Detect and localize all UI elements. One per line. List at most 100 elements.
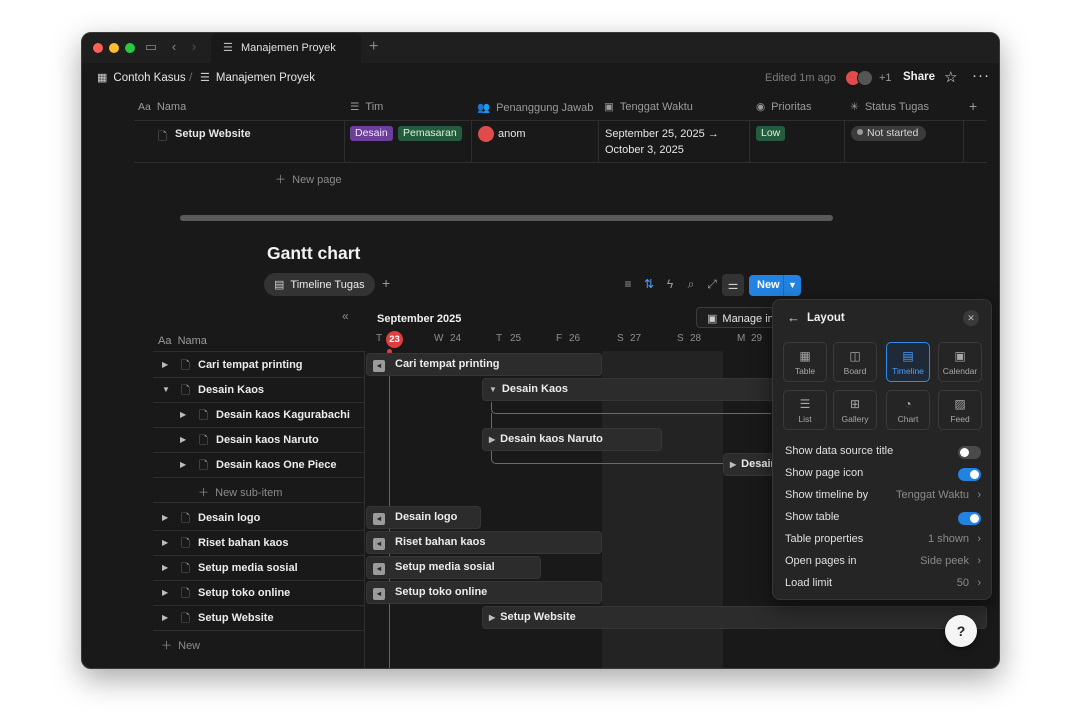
expand-arrow-icon[interactable]: ▶: [162, 538, 168, 547]
timeline-bar[interactable]: ◂ Cari tempat printing: [366, 353, 602, 376]
setting-load-limit[interactable]: Load limit 50 ›: [785, 577, 981, 595]
expand-arrow-icon[interactable]: ▶: [180, 410, 186, 419]
automation-icon[interactable]: ϟ: [662, 277, 678, 291]
star-icon[interactable]: ☆: [944, 68, 957, 86]
search-icon[interactable]: ⌕: [683, 277, 699, 292]
column-header-prioritas[interactable]: ◉ Prioritas: [756, 101, 812, 113]
tag-desain[interactable]: Desain: [350, 126, 393, 141]
new-button[interactable]: New ▼: [749, 275, 801, 296]
column-header-nama[interactable]: Aa Nama: [158, 335, 207, 347]
new-page-button[interactable]: ＋ New page: [275, 171, 342, 187]
expand-arrow-icon[interactable]: ▶: [180, 460, 186, 469]
timeline-bar[interactable]: ▶ Desain kaos Naruto: [482, 428, 662, 451]
setting-show-page-icon[interactable]: Show page icon: [785, 467, 981, 485]
date-range-start[interactable]: September 25, 2025 →: [605, 128, 719, 140]
expand-arrow-icon[interactable]: ▶: [730, 460, 736, 469]
back-arrow-icon[interactable]: ‹: [166, 39, 182, 55]
toggle-page-icon[interactable]: [958, 468, 981, 481]
table-row[interactable]: 🗋 Setup Website Desain Pemasaran anom Se…: [134, 121, 987, 163]
tab-timeline-tugas[interactable]: ▤ Timeline Tugas: [264, 273, 375, 296]
layout-option-timeline[interactable]: ▤ Timeline: [886, 342, 930, 382]
new-tab-icon[interactable]: +: [369, 38, 378, 56]
expand-arrow-icon[interactable]: ▶: [162, 513, 168, 522]
expand-arrow-icon[interactable]: ▶: [162, 563, 168, 572]
new-sub-item-button[interactable]: ＋ New sub-item: [153, 478, 364, 503]
breadcrumb-page[interactable]: ☰ Manajemen Proyek: [200, 71, 315, 84]
list-item[interactable]: ▶ 🗋 Riset bahan kaos: [153, 531, 364, 556]
layout-option-board[interactable]: ◫ Board: [833, 342, 877, 382]
timeline-bar[interactable]: ▼ Desain Kaos: [482, 378, 782, 401]
avatar[interactable]: [857, 70, 873, 86]
collapse-arrow-icon[interactable]: ▼: [489, 385, 497, 394]
more-icon[interactable]: ···: [972, 67, 990, 84]
column-header-tenggat-waktu[interactable]: ▣ Tenggat Waktu: [604, 101, 693, 113]
setting-table-properties[interactable]: Table properties 1 shown ›: [785, 533, 981, 551]
setting-show-table[interactable]: Show table: [785, 511, 981, 529]
tab-manajemen-proyek[interactable]: ☰ Manajemen Proyek: [211, 33, 361, 63]
layout-option-table[interactable]: ▦ Table: [783, 342, 827, 382]
layout-option-feed[interactable]: ▨ Feed: [938, 390, 982, 430]
list-item[interactable]: ▶ 🗋 Desain kaos One Piece: [153, 453, 364, 478]
today-marker[interactable]: 23: [386, 331, 403, 348]
breadcrumb-workspace[interactable]: ▦ Contoh Kasus: [97, 71, 186, 84]
layout-option-calendar[interactable]: ▣ Calendar: [938, 342, 982, 382]
filter-icon[interactable]: ≡: [620, 277, 636, 291]
list-item[interactable]: ▶ 🗋 Setup toko online: [153, 581, 364, 606]
zoom-window-button[interactable]: [125, 43, 135, 53]
share-button[interactable]: Share: [903, 71, 935, 83]
horizontal-scrollbar[interactable]: [180, 215, 833, 221]
timeline-bar[interactable]: ◂ Setup media sosial: [366, 556, 541, 579]
add-view-icon[interactable]: +: [382, 275, 390, 291]
forward-arrow-icon[interactable]: ›: [186, 39, 202, 55]
sidebar-toggle-icon[interactable]: ▭: [143, 39, 159, 55]
manage-in-button[interactable]: ▣ Manage in: [696, 307, 776, 328]
help-icon[interactable]: ?: [945, 615, 977, 647]
toggle-data-source-title[interactable]: [958, 446, 981, 459]
collapse-icon[interactable]: «: [342, 309, 349, 323]
layout-option-list[interactable]: ☰ List: [783, 390, 827, 430]
expand-icon[interactable]: ⤢: [704, 277, 720, 292]
list-item[interactable]: ▶ 🗋 Desain kaos Naruto: [153, 428, 364, 453]
list-item[interactable]: ▶ 🗋 Desain logo: [153, 506, 364, 531]
expand-arrow-icon[interactable]: ▶: [162, 588, 168, 597]
expand-arrow-icon[interactable]: ▶: [162, 360, 168, 369]
timeline-bar[interactable]: ◂ Desain logo: [366, 506, 481, 529]
list-item[interactable]: ▶ 🗋 Setup media sosial: [153, 556, 364, 581]
setting-show-data-source-title[interactable]: Show data source title: [785, 445, 981, 463]
chevron-down-icon[interactable]: ▼: [788, 275, 797, 296]
collapse-arrow-icon[interactable]: ▼: [162, 385, 170, 394]
expand-arrow-icon[interactable]: ▶: [489, 435, 495, 444]
new-item-button[interactable]: ＋ New: [153, 631, 364, 656]
settings-sliders-icon[interactable]: ⚌: [722, 274, 744, 296]
timeline-bar[interactable]: ◂ Setup toko online: [366, 581, 602, 604]
tag-pemasaran[interactable]: Pemasaran: [398, 126, 462, 141]
status-badge[interactable]: Not started: [851, 126, 927, 141]
priority-badge[interactable]: Low: [756, 126, 786, 141]
column-header-tim[interactable]: ☰ Tim: [350, 101, 383, 113]
column-header-status[interactable]: ✳ Status Tugas: [850, 101, 929, 113]
list-item[interactable]: ▶ 🗋 Desain kaos Kagurabachi: [153, 403, 364, 428]
minimize-window-button[interactable]: [109, 43, 119, 53]
timeline-bar[interactable]: ▶ Setup Website: [482, 606, 987, 629]
extra-users-count[interactable]: +1: [879, 72, 892, 84]
setting-open-pages-in[interactable]: Open pages in Side peek ›: [785, 555, 981, 573]
layout-option-chart[interactable]: ◔ Chart: [886, 390, 930, 430]
setting-show-timeline-by[interactable]: Show timeline by Tenggat Waktu ›: [785, 489, 981, 507]
list-item[interactable]: ▶ 🗋 Setup Website: [153, 606, 364, 631]
date-range-end[interactable]: October 3, 2025: [605, 144, 684, 156]
timeline-bar[interactable]: ◂ Riset bahan kaos: [366, 531, 602, 554]
close-window-button[interactable]: [93, 43, 103, 53]
expand-arrow-icon[interactable]: ▶: [162, 613, 168, 622]
toggle-show-table[interactable]: [958, 512, 981, 525]
sort-icon[interactable]: ⇅: [641, 277, 657, 291]
column-header-nama[interactable]: Aa Nama: [138, 101, 186, 113]
layout-option-gallery[interactable]: ⊞ Gallery: [833, 390, 877, 430]
row-name[interactable]: Setup Website: [175, 128, 251, 140]
add-column-icon[interactable]: +: [969, 98, 977, 114]
column-header-penanggung-jawab[interactable]: 👥 Penanggung Jawab: [477, 101, 593, 114]
expand-arrow-icon[interactable]: ▶: [489, 613, 495, 622]
assignee-name[interactable]: anom: [498, 128, 526, 140]
list-item[interactable]: ▶ 🗋 Cari tempat printing: [153, 353, 364, 378]
back-arrow-icon[interactable]: ←: [787, 310, 800, 325]
list-item[interactable]: ▼ 🗋 Desain Kaos: [153, 378, 364, 403]
